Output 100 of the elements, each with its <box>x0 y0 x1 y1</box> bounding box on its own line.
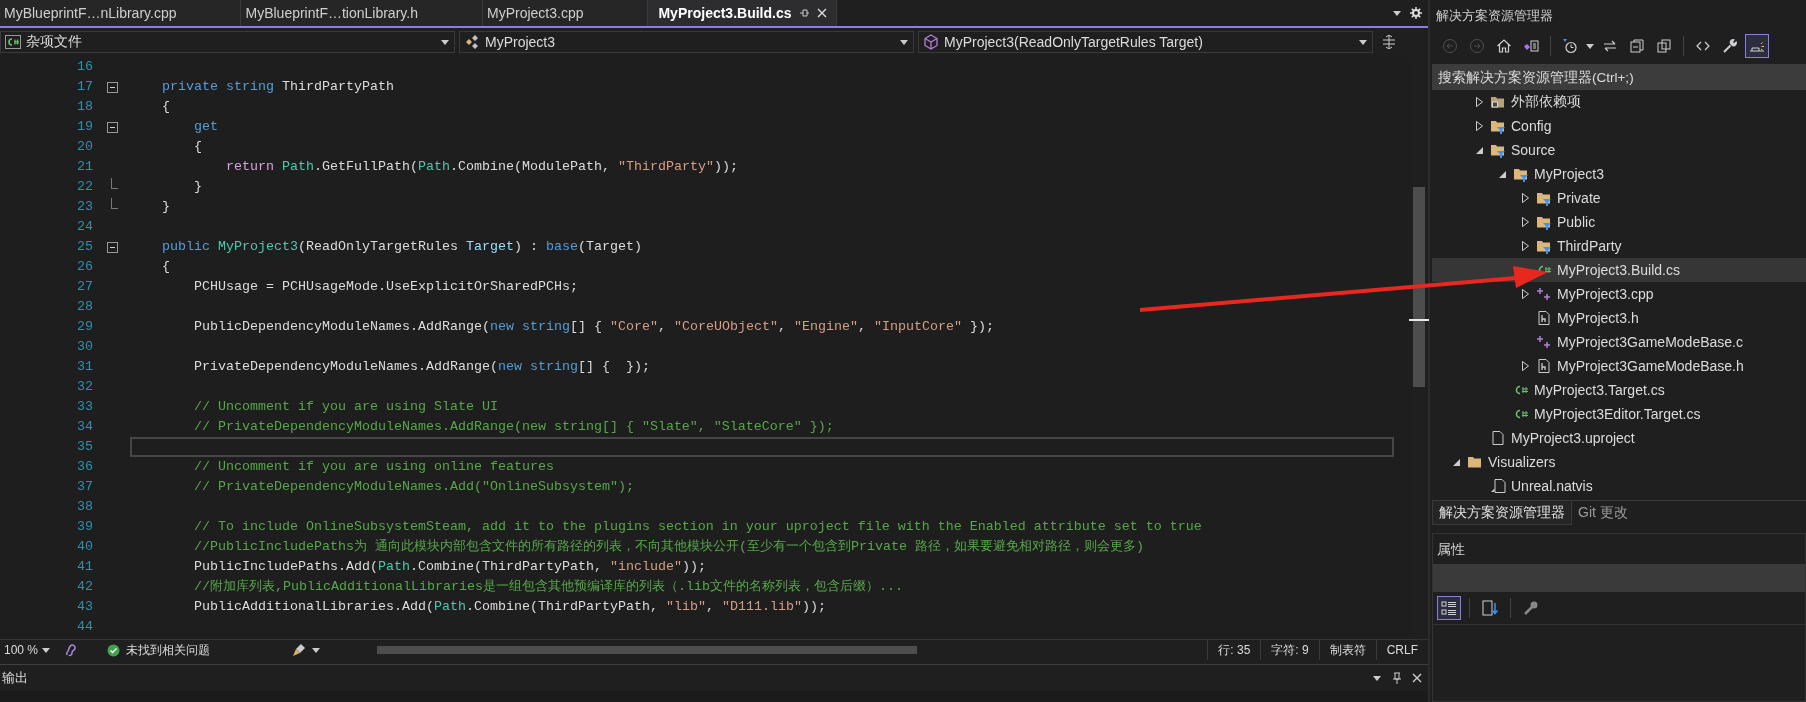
pin-icon <box>1392 672 1402 684</box>
collapsed-arrow-icon <box>1519 360 1531 372</box>
tree-item[interactable]: 外部依赖项 <box>1432 90 1806 114</box>
line-number: 22 <box>76 178 94 196</box>
tree-item[interactable]: MyProject3.h <box>1432 306 1806 330</box>
caret-icon <box>1392 8 1402 18</box>
line-number: 17 <box>76 78 94 96</box>
code-line: private string ThirdPartyPath <box>161 78 394 96</box>
categorized-list-button[interactable] <box>1437 596 1461 620</box>
line-number: 18 <box>76 98 94 116</box>
panel-title: 属性 <box>1436 540 1466 559</box>
csharp-file-icon <box>5 33 21 50</box>
line-number: 29 <box>76 318 94 336</box>
pin-icon <box>797 7 810 19</box>
tree-item[interactable]: ThirdParty <box>1432 234 1806 258</box>
line-number: 31 <box>76 358 94 376</box>
check-icon <box>107 643 121 657</box>
line-number: 27 <box>76 278 94 296</box>
line-number: 44 <box>76 618 94 636</box>
line-number: 32 <box>76 378 94 396</box>
h-document-icon <box>1536 358 1552 374</box>
copies-icon <box>1656 38 1672 54</box>
code-line: PCHUsage = PCHUsageMode.UseExplicitOrSharedPCHs; <box>193 278 578 296</box>
line-ending[interactable]: CRLF <box>1375 640 1428 660</box>
tree-item[interactable]: Source <box>1432 138 1806 162</box>
home-icon <box>1496 38 1512 54</box>
scope-dropdown[interactable]: 杂项文件 <box>0 30 455 53</box>
tree-item[interactable]: Public <box>1432 210 1806 234</box>
line-number: 43 <box>76 598 94 616</box>
line-number: 23 <box>76 198 94 216</box>
split-icon <box>1382 34 1396 49</box>
panel-title: 输出 <box>2 669 28 687</box>
tree-item[interactable]: Visualizers <box>1432 450 1806 474</box>
line-number: 26 <box>76 258 94 276</box>
line-number: 28 <box>76 298 94 316</box>
sync-arrows-icon <box>1602 38 1618 54</box>
scroll-thumb[interactable] <box>377 646 918 654</box>
funnel-folder-icon <box>1536 238 1552 254</box>
diamond-blocks-icon <box>464 33 480 50</box>
code-line: } <box>161 198 170 216</box>
tree-item[interactable]: MyProject3 <box>1432 162 1806 186</box>
scope-dropdown[interactable]: MyProject3(ReadOnlyTargetRules Target) <box>918 30 1373 53</box>
tree-item[interactable]: MyProject3GameModeBase.c <box>1432 330 1806 354</box>
tree-item[interactable]: MyProject3.Target.cs <box>1432 378 1806 402</box>
search-field[interactable]: 搜索解决方案资源管理器(Ctrl+;) <box>1432 64 1806 90</box>
code-line: PublicDependencyModuleNames.AddRange(new string[] { "Core", "CoreUObject", "Engine", "InputCore" }); <box>193 318 994 336</box>
caret-icon <box>1585 41 1595 51</box>
editor-tab[interactable]: MyBlueprintF…nLibrary.cpp <box>0 0 242 26</box>
close-icon <box>1412 673 1422 683</box>
tree-item[interactable]: MyProject3GameModeBase.h <box>1432 354 1806 378</box>
document-icon <box>1490 430 1506 446</box>
caret-icon <box>41 645 52 655</box>
line-indicator: 行: 35 <box>1207 640 1261 660</box>
collapse-all-icon <box>1629 38 1645 54</box>
plus-signs-icon <box>1536 286 1552 302</box>
panel-tab[interactable]: 解决方案资源管理器 <box>1432 501 1572 525</box>
line-number: 40 <box>76 538 94 556</box>
line-number: 36 <box>76 458 94 476</box>
collapsed-arrow-icon <box>1473 120 1485 132</box>
line-number: 39 <box>76 518 94 536</box>
line-number: 33 <box>76 398 94 416</box>
editor-tab[interactable]: MyProject3.cpp <box>482 0 649 26</box>
cube-icon <box>923 33 939 50</box>
ear-icon <box>63 643 78 657</box>
funnel-folder-icon <box>1490 118 1506 134</box>
tree-item[interactable]: MyProject3.cpp <box>1432 282 1806 306</box>
tree-item[interactable]: Unreal.natvis <box>1432 474 1806 498</box>
editor-tab[interactable]: MyBlueprintF…tionLibrary.h <box>241 0 483 26</box>
funnel-folder-icon <box>1513 166 1529 182</box>
line-number: 21 <box>76 158 94 176</box>
line-number: 38 <box>76 498 94 516</box>
scope-dropdown[interactable]: MyProject3 <box>459 30 914 53</box>
indent-mode[interactable]: 制表符 <box>1318 640 1376 660</box>
funnel-folder-icon <box>1536 190 1552 206</box>
line-number: 35 <box>76 438 94 456</box>
code-line: //PublicIncludePaths为 通向此模块内部包含文件的所有路径的列表，不向其他模块公开(至少有一个包含到Private 路径，如果要避免相对路径，则会更多) <box>193 538 1144 556</box>
preview-button[interactable] <box>1745 34 1769 58</box>
forward-icon <box>1469 38 1485 54</box>
code-line: public MyProject3(ReadOnlyTargetRules Target) : base(Target) <box>161 238 642 256</box>
solution-icon <box>1523 38 1539 54</box>
code-line: // PrivateDependencyModuleNames.AddRange(new string[] { "Slate", "SlateCore" }); <box>193 418 834 436</box>
code-line: // PrivateDependencyModuleNames.Add("OnlineSubsystem"); <box>193 478 634 496</box>
code-line: // To include OnlineSubsystemSteam, add it to the plugins section in your uproject file with the Enabled attribute set to true <box>193 518 1202 536</box>
tree-item[interactable]: Private <box>1432 186 1806 210</box>
column-indicator: 字符: 9 <box>1260 640 1319 660</box>
tree-item[interactable]: MyProject3Editor.Target.cs <box>1432 402 1806 426</box>
funnel-folder-icon <box>1536 214 1552 230</box>
tree-item[interactable]: Config <box>1432 114 1806 138</box>
code-line: get <box>193 118 218 136</box>
code-line: } <box>193 178 202 196</box>
code-line: { <box>161 98 170 116</box>
caret-position-mark <box>1409 319 1429 321</box>
tree-item[interactable]: MyProject3.Build.cs <box>1432 258 1806 282</box>
collapsed-arrow-icon <box>1519 216 1531 228</box>
h-document-icon <box>1536 310 1552 326</box>
sort-icon <box>1482 600 1498 616</box>
issues-text: 未找到相关问题 <box>126 641 211 659</box>
tree-item[interactable]: MyProject3.uproject <box>1432 426 1806 450</box>
collapsed-arrow-icon <box>1473 96 1485 108</box>
editor-tab[interactable]: MyProject3.Build.cs <box>648 0 837 26</box>
